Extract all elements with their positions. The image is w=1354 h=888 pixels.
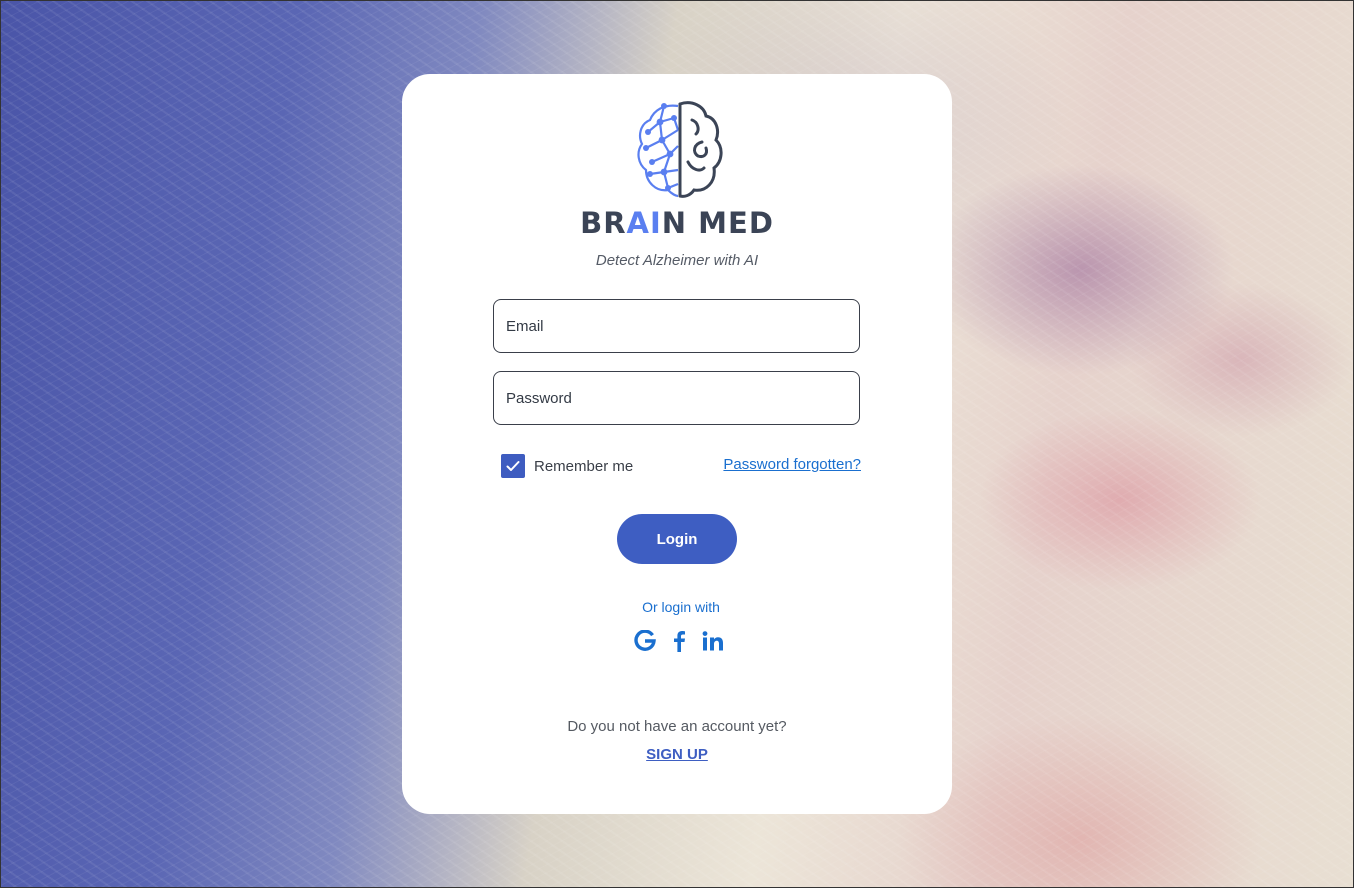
no-account-prompt: Do you not have an account yet? [567, 718, 787, 735]
checkmark-icon [506, 461, 520, 471]
google-icon [634, 630, 656, 651]
facebook-icon [674, 631, 685, 652]
brand-tagline: Detect Alzheimer with AI [595, 252, 759, 269]
brand-name: BRAIN MED [402, 206, 952, 240]
google-login-button[interactable] [634, 629, 656, 653]
email-field[interactable] [493, 299, 860, 353]
linkedin-icon [702, 631, 723, 651]
linkedin-login-button[interactable] [702, 629, 724, 653]
remember-me-checkbox[interactable] [501, 454, 525, 478]
brand-name-ai: AI [626, 206, 662, 240]
brain-logo-icon [637, 101, 723, 198]
brand-name-part3: N MED [661, 206, 774, 240]
facebook-login-button[interactable] [668, 629, 690, 653]
sign-up-link[interactable]: SIGN UP [402, 746, 952, 763]
social-login-group [634, 629, 724, 653]
or-login-with-label: Or login with [642, 599, 720, 615]
login-button[interactable]: Login [617, 514, 737, 564]
remember-me-row: Remember me [501, 454, 633, 478]
brand-name-part1: BR [580, 206, 627, 240]
login-card: BRAIN MED Detect Alzheimer with AI Remem… [402, 74, 952, 814]
password-forgotten-link[interactable]: Password forgotten? [723, 456, 861, 473]
remember-me-label: Remember me [534, 457, 634, 475]
password-field[interactable] [493, 371, 860, 425]
